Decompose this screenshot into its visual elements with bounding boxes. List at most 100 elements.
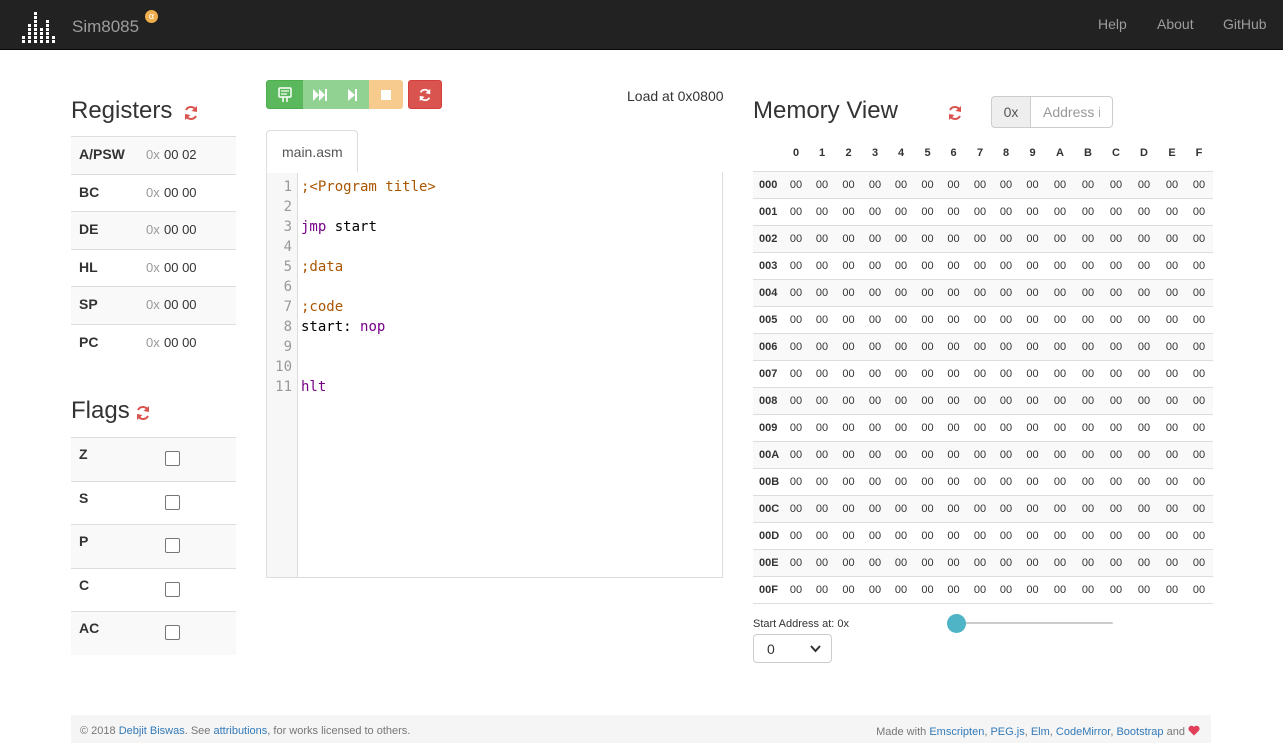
memory-cell[interactable]: 00 [809, 287, 835, 299]
start-address-slider[interactable] [957, 622, 1113, 624]
memory-cell[interactable]: 00 [915, 260, 941, 272]
memory-cell[interactable]: 00 [888, 179, 914, 191]
memory-cell[interactable]: 00 [915, 584, 941, 596]
memory-cell[interactable]: 00 [783, 503, 809, 515]
memory-cell[interactable]: 00 [1075, 449, 1101, 461]
memory-cell[interactable]: 00 [1103, 530, 1129, 542]
memory-cell[interactable]: 00 [836, 341, 862, 353]
memory-cell[interactable]: 00 [1020, 287, 1046, 299]
memory-cell[interactable]: 00 [862, 449, 888, 461]
memory-cell[interactable]: 00 [1159, 584, 1185, 596]
memory-cell[interactable]: 00 [836, 206, 862, 218]
nav-github-link[interactable]: GitHub [1223, 16, 1267, 32]
refresh-registers-icon[interactable] [183, 105, 199, 121]
memory-cell[interactable]: 00 [1103, 476, 1129, 488]
memory-cell[interactable]: 00 [809, 341, 835, 353]
memory-cell[interactable]: 00 [967, 503, 993, 515]
memory-cell[interactable]: 00 [783, 368, 809, 380]
memory-cell[interactable]: 00 [1047, 341, 1073, 353]
memory-cell[interactable]: 00 [862, 557, 888, 569]
memory-cell[interactable]: 00 [836, 179, 862, 191]
memory-cell[interactable]: 00 [1075, 314, 1101, 326]
memory-cell[interactable]: 00 [888, 206, 914, 218]
memory-cell[interactable]: 00 [1159, 395, 1185, 407]
register-value[interactable]: 00 00 [164, 260, 197, 275]
memory-cell[interactable]: 00 [1159, 206, 1185, 218]
memory-cell[interactable]: 00 [1103, 206, 1129, 218]
memory-cell[interactable]: 00 [783, 584, 809, 596]
memory-cell[interactable]: 00 [915, 449, 941, 461]
refresh-memory-icon[interactable] [947, 105, 963, 121]
register-value[interactable]: 00 00 [164, 185, 197, 200]
memory-cell[interactable]: 00 [1075, 422, 1101, 434]
memory-cell[interactable]: 00 [888, 422, 914, 434]
memory-cell[interactable]: 00 [941, 233, 967, 245]
memory-cell[interactable]: 00 [888, 314, 914, 326]
memory-cell[interactable]: 00 [783, 233, 809, 245]
memory-cell[interactable]: 00 [783, 449, 809, 461]
memory-cell[interactable]: 00 [1103, 368, 1129, 380]
memory-cell[interactable]: 00 [836, 449, 862, 461]
memory-cell[interactable]: 00 [1020, 557, 1046, 569]
memory-cell[interactable]: 00 [993, 287, 1019, 299]
memory-cell[interactable]: 00 [888, 260, 914, 272]
memory-cell[interactable]: 00 [1131, 260, 1157, 272]
memory-cell[interactable]: 00 [1186, 557, 1212, 569]
memory-cell[interactable]: 00 [1047, 584, 1073, 596]
memory-cell[interactable]: 00 [809, 233, 835, 245]
step-button[interactable] [336, 80, 370, 109]
memory-cell[interactable]: 00 [967, 341, 993, 353]
memory-cell[interactable]: 00 [1075, 341, 1101, 353]
sim8085-logo-icon[interactable] [20, 10, 58, 44]
memory-cell[interactable]: 00 [941, 557, 967, 569]
memory-cell[interactable]: 00 [1047, 260, 1073, 272]
memory-cell[interactable]: 00 [1186, 395, 1212, 407]
memory-cell[interactable]: 00 [993, 341, 1019, 353]
memory-cell[interactable]: 00 [809, 368, 835, 380]
memory-cell[interactable]: 00 [1075, 233, 1101, 245]
memory-cell[interactable]: 00 [967, 233, 993, 245]
memory-cell[interactable]: 00 [1103, 287, 1129, 299]
memory-cell[interactable]: 00 [1186, 449, 1212, 461]
memory-cell[interactable]: 00 [941, 314, 967, 326]
code-editor[interactable]: 1 2 3 4 5 6 7 8 9 10 11 ;<Program title> jmp start;… [266, 172, 723, 578]
memory-cell[interactable]: 00 [1020, 476, 1046, 488]
memory-cell[interactable]: 00 [993, 395, 1019, 407]
memory-cell[interactable]: 00 [1047, 206, 1073, 218]
memory-cell[interactable]: 00 [1020, 341, 1046, 353]
memory-cell[interactable]: 00 [836, 395, 862, 407]
memory-cell[interactable]: 00 [1131, 395, 1157, 407]
memory-cell[interactable]: 00 [1075, 557, 1101, 569]
memory-cell[interactable]: 00 [1159, 503, 1185, 515]
memory-cell[interactable]: 00 [1159, 179, 1185, 191]
memory-cell[interactable]: 00 [1075, 503, 1101, 515]
memory-cell[interactable]: 00 [809, 557, 835, 569]
memory-cell[interactable]: 00 [783, 260, 809, 272]
memory-cell[interactable]: 00 [1103, 449, 1129, 461]
memory-cell[interactable]: 00 [809, 476, 835, 488]
memory-cell[interactable]: 00 [1047, 233, 1073, 245]
memory-cell[interactable]: 00 [1159, 341, 1185, 353]
memory-cell[interactable]: 00 [1186, 314, 1212, 326]
memory-cell[interactable]: 00 [993, 422, 1019, 434]
memory-cell[interactable]: 00 [836, 314, 862, 326]
memory-cell[interactable]: 00 [1020, 503, 1046, 515]
memory-cell[interactable]: 00 [941, 449, 967, 461]
memory-cell[interactable]: 00 [1131, 341, 1157, 353]
memory-cell[interactable]: 00 [783, 530, 809, 542]
memory-cell[interactable]: 00 [1103, 557, 1129, 569]
memory-cell[interactable]: 00 [1131, 314, 1157, 326]
memory-cell[interactable]: 00 [783, 287, 809, 299]
bootstrap-link[interactable]: Bootstrap [1116, 726, 1163, 738]
memory-cell[interactable]: 00 [888, 368, 914, 380]
memory-cell[interactable]: 00 [967, 449, 993, 461]
memory-cell[interactable]: 00 [915, 557, 941, 569]
memory-cell[interactable]: 00 [783, 179, 809, 191]
memory-cell[interactable]: 00 [1047, 368, 1073, 380]
memory-cell[interactable]: 00 [1103, 314, 1129, 326]
memory-cell[interactable]: 00 [1103, 260, 1129, 272]
elm-link[interactable]: Elm [1031, 726, 1050, 738]
memory-cell[interactable]: 00 [809, 260, 835, 272]
memory-cell[interactable]: 00 [1131, 503, 1157, 515]
memory-cell[interactable]: 00 [915, 341, 941, 353]
